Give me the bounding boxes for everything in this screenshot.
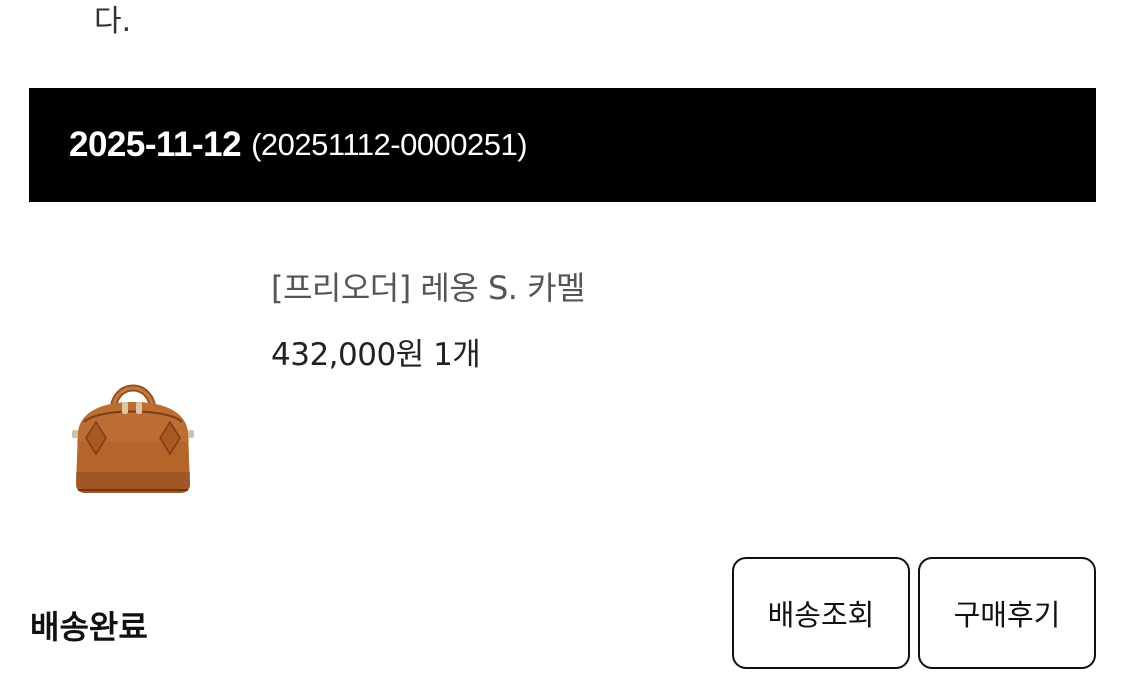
track-delivery-button[interactable]: 배송조회 (732, 557, 910, 669)
order-number: (20251112-0000251) (251, 127, 528, 162)
order-date: 2025-11-12 (69, 125, 242, 164)
write-review-button[interactable]: 구매후기 (918, 557, 1096, 669)
order-header: 2025-11-12 (20251112-0000251) (29, 88, 1096, 202)
delivery-status: 배송완료 (30, 608, 148, 646)
product-price-quantity: 432,000원 1개 (271, 337, 481, 373)
previous-text-tail: 다. (94, 4, 132, 39)
product-name[interactable]: [프리오더] 레옹 S. 카멜 (271, 266, 586, 310)
brown-handbag-image (72, 384, 194, 493)
product-image[interactable] (68, 372, 198, 498)
